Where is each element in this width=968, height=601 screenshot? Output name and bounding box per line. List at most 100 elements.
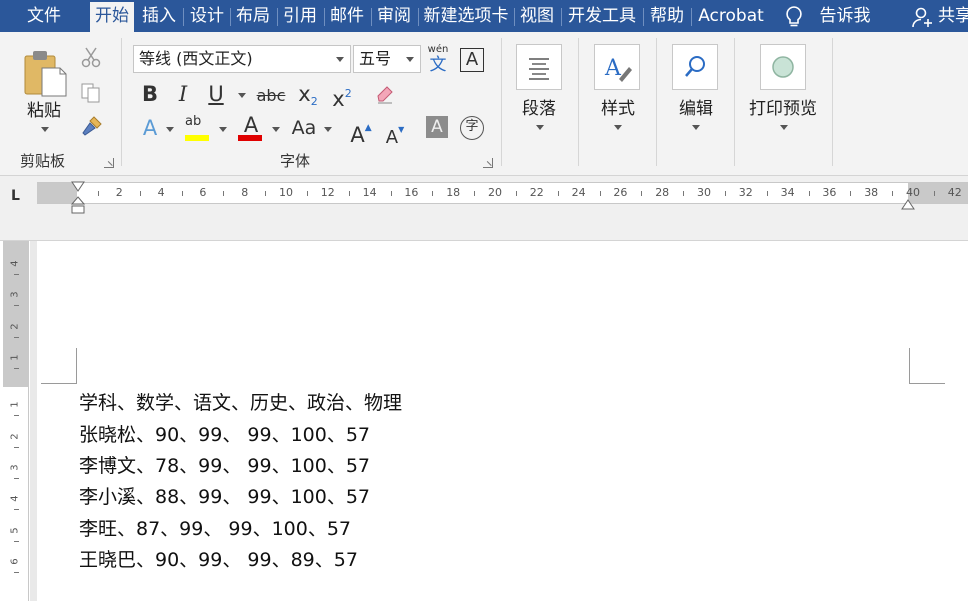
text-effects-caret[interactable] — [166, 127, 174, 132]
copy-icon[interactable] — [80, 82, 102, 104]
vertical-ruler-number: 4 — [9, 495, 21, 502]
cut-icon[interactable] — [80, 46, 102, 68]
paste-icon[interactable] — [22, 48, 68, 98]
document-line[interactable]: 李旺、87、99、 99、100、57 — [79, 514, 351, 541]
group-separator — [121, 38, 122, 166]
ruler-number: 32 — [738, 186, 753, 199]
change-case-caret[interactable] — [324, 127, 332, 132]
tab-references[interactable]: 引用 — [279, 0, 321, 32]
tab-insert[interactable]: 插入 — [138, 0, 180, 32]
clear-formatting-icon[interactable] — [372, 82, 396, 106]
editing-button-frame[interactable] — [672, 44, 718, 90]
hanging-indent-marker[interactable] — [70, 196, 86, 214]
tab-acrobat[interactable]: Acrobat — [693, 0, 769, 32]
tab-layout[interactable]: 布局 — [232, 0, 274, 32]
crop-mark-top-left — [41, 348, 77, 384]
print-preview-button-frame[interactable] — [760, 44, 806, 90]
highlight-color-bar — [185, 135, 209, 141]
underline-caret[interactable] — [238, 93, 246, 98]
document-line[interactable]: 李博文、78、99、 99、100、57 — [79, 451, 370, 478]
ruler-number: 30 — [697, 186, 711, 199]
ruler-tick — [348, 191, 350, 196]
lightbulb-icon[interactable] — [783, 5, 805, 29]
document-line[interactable]: 王晓巴、90、99、 99、89、57 — [79, 545, 358, 572]
tab-home[interactable]: 开始 — [90, 2, 134, 32]
font-color-caret[interactable] — [272, 127, 280, 132]
ruler-number: 2 — [115, 186, 123, 199]
print-preview-caret[interactable] — [780, 125, 788, 130]
character-shading-button[interactable]: A — [426, 116, 448, 138]
styles-label[interactable]: 样式 — [593, 94, 643, 119]
document-line[interactable]: 张晓松、90、99、 99、100、57 — [79, 420, 370, 447]
paragraph-label[interactable]: 段落 — [514, 94, 564, 119]
ruler-number: 8 — [241, 186, 249, 199]
highlight-button[interactable]: ab — [185, 114, 211, 142]
subscript-button[interactable]: x2 — [296, 82, 320, 114]
ruler-tick — [599, 191, 601, 196]
styles-caret[interactable] — [614, 125, 622, 130]
font-size-combo[interactable]: 五号 — [353, 45, 421, 73]
print-preview-icon — [772, 56, 794, 78]
group-separator — [578, 38, 579, 166]
vertical-ruler-tick — [14, 541, 19, 542]
font-color-button[interactable]: A — [238, 114, 264, 142]
enclose-characters-button[interactable]: 字 — [460, 116, 484, 140]
phonetic-guide-button[interactable]: wén 文 — [426, 44, 450, 74]
superscript-button[interactable]: x2 — [330, 82, 354, 111]
styles-button-frame[interactable]: A — [594, 44, 640, 90]
paste-label[interactable]: 粘贴 — [23, 96, 65, 121]
svg-text:A: A — [604, 56, 622, 81]
menu-separator — [691, 8, 692, 26]
right-indent-marker[interactable] — [901, 196, 915, 210]
first-line-indent-marker[interactable] — [71, 178, 85, 192]
change-case-button[interactable]: Aa — [289, 116, 319, 140]
clipboard-launcher[interactable] — [104, 158, 114, 168]
vertical-ruler[interactable]: 4 3 2 1 1 2 3 4 5 6 — [3, 241, 29, 601]
highlight-caret[interactable] — [219, 127, 227, 132]
format-painter-icon[interactable] — [80, 114, 104, 138]
strikethrough-button[interactable]: abc — [255, 84, 287, 108]
ruler-tick — [808, 191, 810, 196]
tab-mailings[interactable]: 邮件 — [326, 0, 368, 32]
font-name-combo[interactable]: 等线 (西文正文) — [133, 45, 351, 73]
tell-me-search[interactable]: 告诉我 — [812, 0, 878, 32]
document-line[interactable]: 李小溪、88、99、 99、100、57 — [79, 482, 370, 509]
share-person-icon[interactable] — [912, 6, 934, 28]
shrink-font-button[interactable]: A▼ — [383, 118, 407, 150]
paste-dropdown-caret[interactable] — [41, 127, 49, 132]
vertical-ruler-tick — [14, 572, 19, 573]
font-launcher[interactable] — [483, 158, 493, 168]
menu-separator — [371, 8, 372, 26]
document-line[interactable]: 学科、数学、语文、历史、政治、物理 — [79, 388, 402, 415]
paragraph-button-frame[interactable] — [516, 44, 562, 90]
tab-new-tab[interactable]: 新建选项卡 — [420, 0, 512, 32]
font-name-caret[interactable] — [336, 57, 344, 62]
editing-label[interactable]: 编辑 — [671, 94, 721, 119]
tab-file[interactable]: 文件 — [16, 0, 72, 32]
menu-separator — [561, 8, 562, 26]
font-size-value: 五号 — [359, 49, 392, 68]
tab-developer[interactable]: 开发工具 — [563, 0, 641, 32]
ruler-tick — [933, 191, 935, 196]
tab-review[interactable]: 审阅 — [373, 0, 415, 32]
text-effects-button[interactable]: A — [139, 116, 161, 140]
tab-stop-selector[interactable]: L — [6, 185, 28, 207]
character-border-button[interactable]: A — [460, 48, 484, 72]
horizontal-ruler[interactable]: 2 4 6 8 10 12 14 16 18 20 22 24 26 28 30 32 34 36 38 40 42 — [37, 182, 968, 204]
paragraph-caret[interactable] — [536, 125, 544, 130]
font-size-caret[interactable] — [406, 57, 414, 62]
editing-caret[interactable] — [692, 125, 700, 130]
tab-help[interactable]: 帮助 — [645, 0, 689, 32]
styles-icon: A — [604, 56, 632, 82]
tab-view[interactable]: 视图 — [516, 0, 558, 32]
bold-button[interactable]: B — [139, 82, 161, 106]
print-preview-label[interactable]: 打印预览 — [744, 94, 822, 119]
group-separator — [734, 38, 735, 166]
ribbon: 粘贴 剪贴板 等线 (西文正文) 五号 wén 文 A B I U abc x2… — [0, 32, 968, 176]
italic-button[interactable]: I — [172, 82, 194, 106]
share-button[interactable]: 共享 — [938, 0, 968, 32]
underline-button[interactable]: U — [205, 82, 227, 106]
tab-design[interactable]: 设计 — [186, 0, 228, 32]
ruler-number: 10 — [279, 186, 293, 199]
grow-font-button[interactable]: A▲ — [349, 116, 373, 147]
